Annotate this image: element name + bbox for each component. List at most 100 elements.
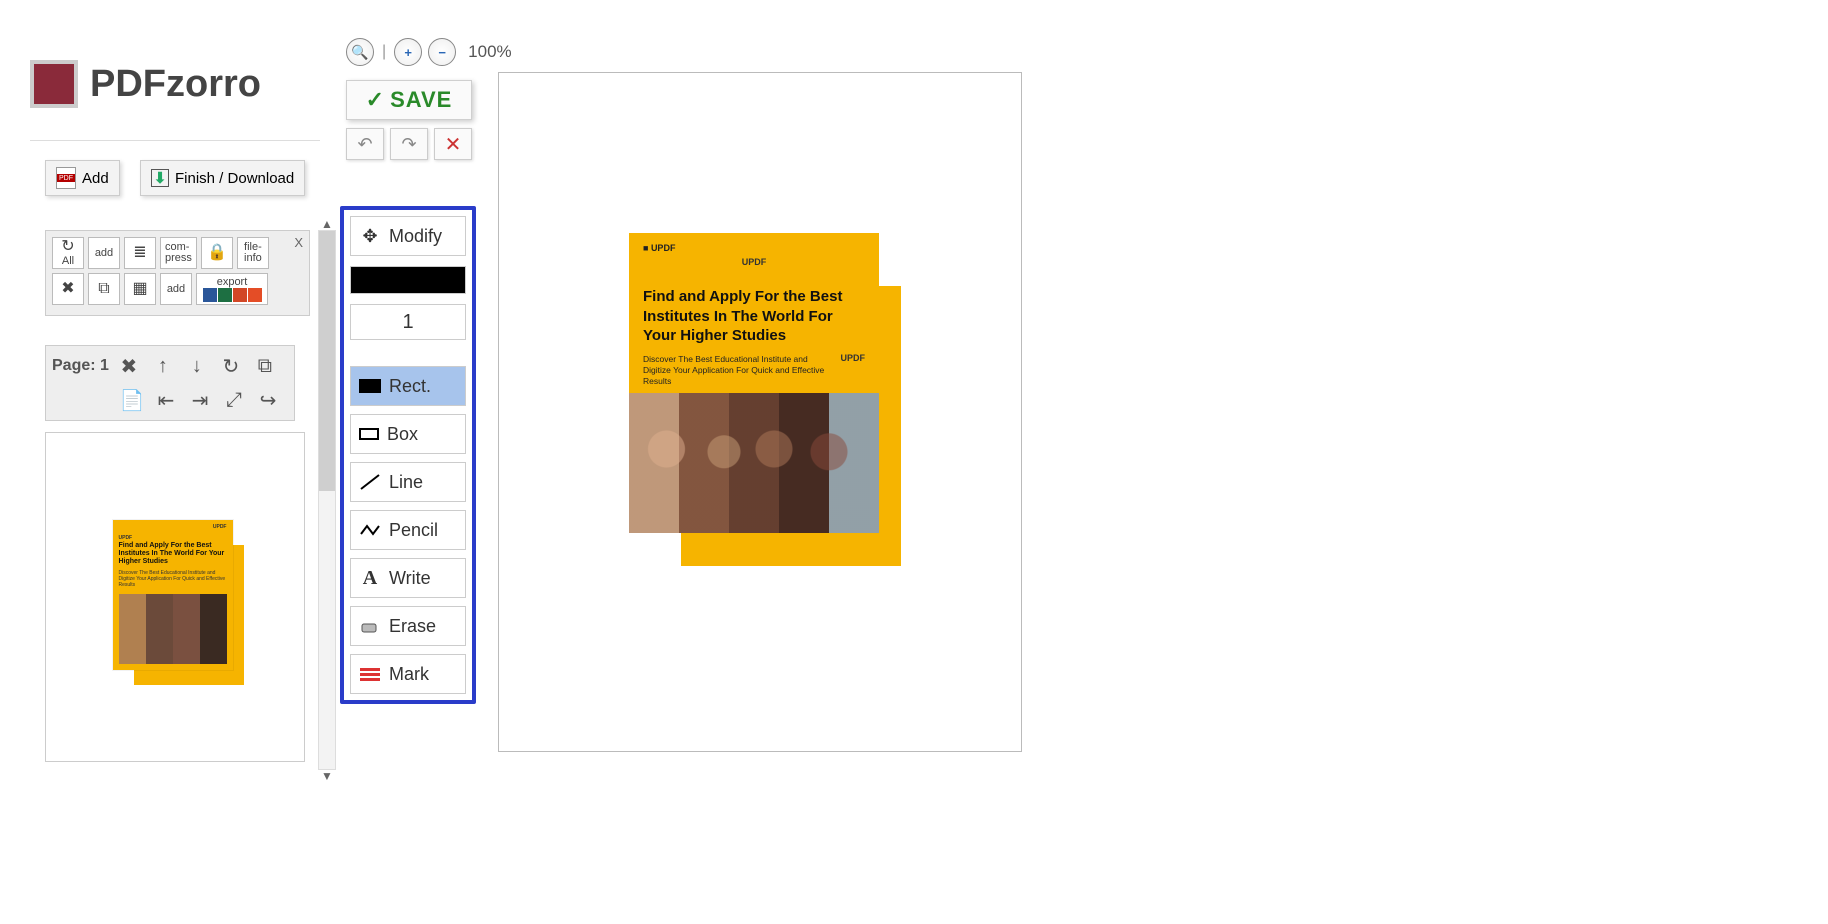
- page-thumbnail[interactable]: UPDF UPDF Find and Apply For the Best In…: [45, 432, 305, 762]
- save-label: SAVE: [390, 87, 452, 113]
- history-controls: ↶ ↷ ✕: [346, 128, 472, 160]
- rotate-90-icon[interactable]: ↻: [217, 352, 245, 380]
- html-icon: [248, 288, 262, 302]
- color-picker[interactable]: [350, 266, 466, 294]
- add-label: Add: [82, 170, 109, 187]
- zoom-in-button[interactable]: [394, 38, 422, 66]
- add-text-button[interactable]: add: [88, 237, 120, 269]
- doc-brand-topleft: ■ UPDF: [643, 243, 675, 253]
- box-tool[interactable]: Box: [350, 414, 466, 454]
- doc-title: Find and Apply For the Best Institutes I…: [643, 287, 865, 346]
- check-icon: ✓: [366, 87, 384, 113]
- file-info-button[interactable]: file- info: [237, 237, 269, 269]
- line-tool[interactable]: Line: [350, 462, 466, 502]
- export-button[interactable]: export: [196, 273, 268, 305]
- thumb-subtitle: Discover The Best Educational Institute …: [119, 570, 227, 588]
- thumbnail-card: UPDF UPDF Find and Apply For the Best In…: [113, 520, 238, 675]
- move-up-icon[interactable]: ↑: [149, 352, 177, 380]
- discard-button[interactable]: ✕: [434, 128, 472, 160]
- copy-page-icon[interactable]: ⧉: [251, 352, 279, 380]
- doc-brand-topcenter: UPDF: [742, 257, 767, 267]
- modify-tool[interactable]: ✥ Modify: [350, 216, 466, 256]
- highlight-icon: [359, 664, 381, 684]
- palette-separator: [350, 348, 466, 358]
- scroll-thumb[interactable]: [319, 231, 335, 491]
- delete-page-icon[interactable]: ✖: [115, 352, 143, 380]
- page-nav-toolbar: Page: 1 ✖ ↑ ↓ ↻ ⧉ 📄 ⇤ ⇥ ⤢ ↪: [45, 345, 295, 421]
- save-button[interactable]: ✓ SAVE: [346, 80, 472, 120]
- thumb-image: [119, 594, 227, 664]
- rect-tool[interactable]: Rect.: [350, 366, 466, 406]
- thumb-brand: UPDF: [119, 535, 133, 541]
- duplicate-button[interactable]: ⧉: [88, 273, 120, 305]
- erase-tool[interactable]: Erase: [350, 606, 466, 646]
- line-width-input[interactable]: 1: [350, 304, 466, 340]
- eraser-icon: [359, 616, 381, 636]
- thumb-content: UPDF UPDF Find and Apply For the Best In…: [113, 520, 233, 670]
- preview-content: ■ UPDF UPDF Find and Apply For the Best …: [629, 233, 879, 533]
- logo-square-icon: [30, 60, 78, 108]
- sidebar-scrollbar[interactable]: ▲ ▼: [318, 230, 336, 770]
- extract-icon[interactable]: 📄: [118, 386, 146, 414]
- lock-icon: 🔒: [207, 245, 227, 261]
- excel-icon: [218, 288, 232, 302]
- pdf-canvas[interactable]: ■ UPDF UPDF Find and Apply For the Best …: [498, 72, 1022, 752]
- close-toolbar-icon[interactable]: X: [294, 235, 303, 250]
- word-icon: [203, 288, 217, 302]
- pencil-icon: [359, 520, 381, 540]
- rotate-icon: ↻: [61, 239, 74, 255]
- write-tool[interactable]: A Write: [350, 558, 466, 598]
- add-page-button[interactable]: add: [160, 273, 192, 305]
- download-icon: ⬇: [151, 169, 169, 187]
- annotation-tool-palette: ✥ Modify 1 Rect. Box Line Pencil A Write…: [340, 206, 476, 704]
- finish-download-button[interactable]: ⬇ Finish / Download: [140, 160, 305, 196]
- scroll-down-icon[interactable]: ▼: [321, 769, 333, 783]
- page-label: Page: 1: [52, 357, 109, 375]
- thumb-title: Find and Apply For the Best Institutes I…: [119, 542, 227, 567]
- line-icon: [359, 472, 381, 492]
- lock-button[interactable]: 🔒: [201, 237, 233, 269]
- copy-icon: ⧉: [98, 281, 109, 297]
- delete-page-button[interactable]: ✖: [52, 273, 84, 305]
- doc-brand-side: UPDF: [841, 353, 866, 363]
- doc-subtitle: Discover The Best Educational Institute …: [643, 354, 833, 387]
- app-name: PDFzorro: [90, 63, 261, 106]
- rect-filled-icon: [359, 379, 381, 393]
- pdf-file-icon: PDF: [56, 167, 76, 189]
- text-icon: A: [359, 568, 381, 588]
- x-icon: ✖: [61, 281, 74, 297]
- mark-tool[interactable]: Mark: [350, 654, 466, 694]
- thumb-brand-top: UPDF: [213, 524, 227, 530]
- compress-button[interactable]: com- press: [160, 237, 197, 269]
- move-icon: ✥: [359, 226, 381, 246]
- document-preview: ■ UPDF UPDF Find and Apply For the Best …: [629, 233, 889, 548]
- zoom-out-button[interactable]: [428, 38, 456, 66]
- grid-button[interactable]: ▦: [124, 273, 156, 305]
- grid-icon: ▦: [132, 281, 147, 297]
- finish-label: Finish / Download: [175, 170, 294, 187]
- export-format-icons: [203, 288, 262, 302]
- scroll-up-icon[interactable]: ▲: [321, 217, 333, 231]
- insert-right-icon[interactable]: ⇥: [186, 386, 214, 414]
- app-logo: PDFzorro: [30, 60, 261, 108]
- zoom-fit-button[interactable]: [346, 38, 374, 66]
- form-button[interactable]: ≣: [124, 237, 156, 269]
- zoom-level: 100%: [468, 42, 511, 62]
- ppt-icon: [233, 288, 247, 302]
- divider: [30, 140, 320, 141]
- add-pdf-button[interactable]: PDF Add: [45, 160, 120, 196]
- pencil-tool[interactable]: Pencil: [350, 510, 466, 550]
- insert-left-icon[interactable]: ⇤: [152, 386, 180, 414]
- move-down-icon[interactable]: ↓: [183, 352, 211, 380]
- box-outline-icon: [359, 428, 379, 440]
- rotate-all-button[interactable]: ↻All: [52, 237, 84, 269]
- fit-icon[interactable]: ⤢: [220, 386, 248, 414]
- doc-hero-image: [629, 393, 879, 533]
- people-illustration: [629, 393, 879, 533]
- undo-button[interactable]: ↶: [346, 128, 384, 160]
- redo-arrow-icon[interactable]: ↪: [254, 386, 282, 414]
- form-icon: ≣: [133, 245, 146, 261]
- redo-button[interactable]: ↷: [390, 128, 428, 160]
- zoom-separator: |: [380, 43, 388, 61]
- zoom-controls: | 100%: [346, 38, 512, 66]
